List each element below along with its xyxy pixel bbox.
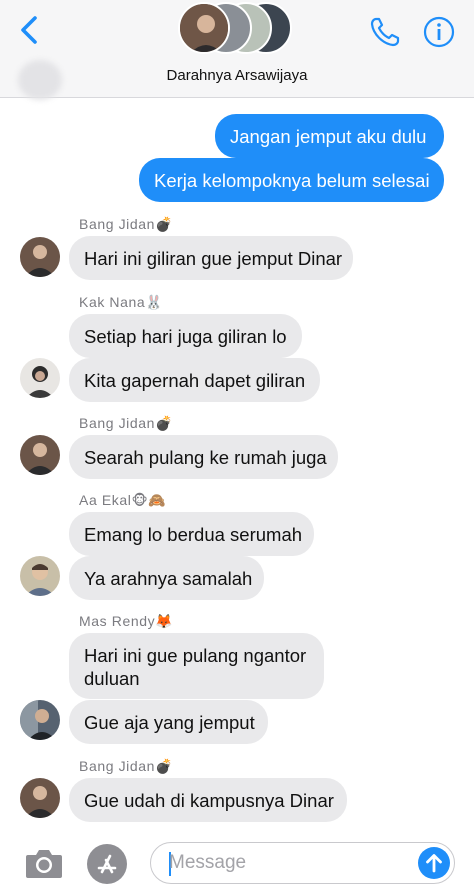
avatar[interactable] (20, 556, 60, 596)
incoming-message[interactable]: Searah pulang ke rumah juga (69, 435, 338, 479)
message-line: Hari ini gue pulang ngantor (84, 645, 307, 666)
incoming-message[interactable]: Ya arahnya samalah (69, 556, 264, 600)
avatar[interactable] (20, 358, 60, 398)
outgoing-message[interactable]: Jangan jemput aku dulu (215, 114, 444, 158)
app-store-icon[interactable] (86, 843, 128, 885)
message-input[interactable] (169, 850, 409, 876)
previous-avatar-peek (18, 60, 62, 100)
incoming-message[interactable]: Emang lo berdua serumah (69, 512, 314, 556)
sender-name: Bang Jidan💣 (79, 216, 174, 232)
avatar[interactable] (20, 237, 60, 277)
sender-name: Bang Jidan💣 (79, 758, 174, 774)
sender-name: Aa Ekal🐵🙈 (79, 492, 167, 508)
camera-icon[interactable] (24, 846, 64, 880)
chevron-left-icon[interactable] (14, 14, 46, 46)
group-title[interactable]: Darahnya Arsawijaya (0, 67, 474, 84)
message-input-field[interactable] (150, 842, 455, 884)
sender-name: Kak Nana🐰 (79, 294, 164, 310)
group-avatars[interactable] (178, 2, 296, 58)
outgoing-message[interactable]: Kerja kelompoknya belum selesai (139, 158, 444, 202)
incoming-message-multiline[interactable]: Hari ini gue pulang ngantor duluan (69, 633, 324, 699)
info-icon[interactable] (422, 15, 456, 49)
sender-name: Mas Rendy🦊 (79, 613, 174, 629)
incoming-message[interactable]: Kita gapernah dapet giliran (69, 358, 320, 402)
avatar[interactable] (20, 700, 60, 740)
avatar[interactable] (20, 778, 60, 818)
conversation-header: Darahnya Arsawijaya (0, 0, 474, 98)
send-arrow-icon (426, 854, 442, 873)
message-line: duluan (84, 668, 140, 689)
send-button[interactable] (418, 847, 450, 879)
incoming-message[interactable]: Hari ini giliran gue jemput Dinar (69, 236, 353, 280)
sender-name: Bang Jidan💣 (79, 415, 174, 431)
incoming-message[interactable]: Setiap hari juga giliran lo (69, 314, 302, 358)
phone-icon[interactable] (368, 15, 402, 49)
avatar[interactable] (20, 435, 60, 475)
group-avatar-1 (178, 2, 230, 54)
incoming-message[interactable]: Gue udah di kampusnya Dinar (69, 778, 347, 822)
incoming-message[interactable]: Gue aja yang jemput (69, 700, 268, 744)
